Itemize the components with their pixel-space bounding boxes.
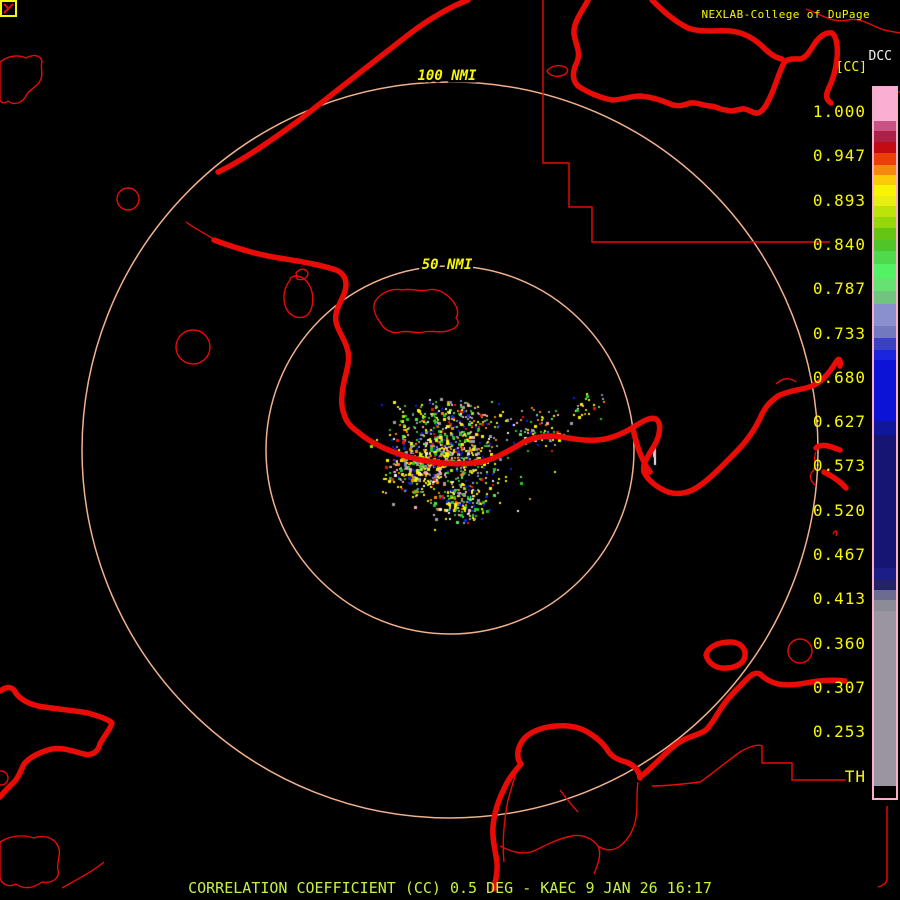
map-line-thin bbox=[283, 275, 314, 319]
map-line-thick bbox=[813, 442, 843, 453]
color-scale-segment bbox=[874, 88, 896, 121]
product-caption: CORRELATION COEFFICIENT (CC) 0.5 DEG - K… bbox=[188, 879, 712, 897]
map-line-thin bbox=[542, 0, 830, 243]
color-scale-tick: TH bbox=[844, 766, 866, 786]
color-scale-tick: 1.000 bbox=[812, 102, 866, 121]
color-scale-tick: 0.307 bbox=[812, 678, 866, 698]
color-scale-segment bbox=[874, 421, 896, 435]
map-line-thin bbox=[373, 288, 459, 334]
color-scale-segment bbox=[874, 196, 896, 206]
color-scale-segment bbox=[874, 175, 896, 185]
color-scale-tick: 0.253 bbox=[812, 722, 866, 742]
map-line-thin bbox=[499, 834, 601, 875]
map-line-thin bbox=[877, 806, 888, 888]
map-line-thick bbox=[490, 723, 643, 892]
color-scale-segment bbox=[874, 326, 896, 338]
map-line-thin bbox=[546, 64, 569, 77]
map-line-thin bbox=[185, 221, 213, 239]
map-line-thick bbox=[215, 0, 471, 175]
color-scale-segment bbox=[874, 278, 896, 291]
color-scale-segment bbox=[874, 291, 896, 304]
color-scale-segment bbox=[874, 153, 896, 165]
color-scale-segment bbox=[874, 251, 896, 264]
map-line-thin bbox=[559, 789, 579, 813]
color-scale-segment bbox=[874, 600, 896, 611]
color-scale-segment bbox=[874, 165, 896, 175]
radar-display: 50 NMI 100 NMI NEXLAB-College of DuPage D… bbox=[0, 0, 900, 900]
map-line-thin bbox=[832, 530, 838, 537]
range-ring-label: 100 NMI bbox=[417, 68, 477, 84]
color-scale-segment bbox=[874, 264, 896, 278]
color-scale-segment bbox=[874, 580, 896, 590]
product-field-label: [CC] bbox=[835, 60, 867, 75]
color-scale-segment bbox=[874, 590, 896, 600]
color-scale-segment bbox=[874, 304, 896, 326]
map-line-thick bbox=[211, 237, 843, 497]
color-scale-segment bbox=[874, 360, 896, 421]
color-scale-segment bbox=[874, 121, 896, 131]
color-scale-tick: 0.947 bbox=[812, 146, 866, 166]
color-scale-tick: 0.787 bbox=[812, 279, 866, 299]
color-scale-tick: 0.893 bbox=[812, 190, 866, 210]
color-scale-tick: 0.733 bbox=[812, 323, 866, 343]
color-scale-segment bbox=[874, 611, 896, 786]
map-line-thick bbox=[703, 639, 748, 671]
color-scale-segment bbox=[874, 142, 896, 153]
color-scale-segment bbox=[874, 338, 896, 350]
map-overlay-layer: 50 NMI 100 NMI bbox=[0, 0, 900, 892]
color-scale-segment bbox=[874, 206, 896, 217]
product-algorithm-label: DCC bbox=[868, 49, 892, 64]
color-scale bbox=[872, 86, 898, 800]
color-scale-segment bbox=[874, 435, 896, 568]
color-scale-tick: 0.360 bbox=[812, 633, 866, 653]
color-scale-tick: 0.680 bbox=[812, 367, 866, 387]
color-scale-tick: 0.627 bbox=[812, 412, 866, 432]
range-ring-labels: 50 NMI 100 NMI bbox=[415, 66, 480, 276]
color-scale-tick: 0.467 bbox=[812, 545, 866, 565]
map-boundaries-thin bbox=[0, 0, 900, 889]
color-scale-segment bbox=[874, 786, 896, 798]
color-scale-tick: 0.413 bbox=[812, 589, 866, 609]
color-scale-segment bbox=[874, 131, 896, 142]
map-circle-thin bbox=[175, 329, 211, 365]
map-line-thin bbox=[597, 781, 639, 851]
map-line-thin bbox=[775, 378, 797, 385]
color-scale-segment bbox=[874, 185, 896, 196]
color-scale-segment bbox=[874, 350, 896, 360]
map-coastlines-thick bbox=[0, 0, 849, 892]
map-line-thin bbox=[0, 54, 43, 105]
range-ring-label: 50 NMI bbox=[422, 257, 473, 273]
color-scale-tick: 0.840 bbox=[812, 234, 866, 254]
map-line-thick bbox=[0, 684, 115, 800]
map-circle-thin bbox=[0, 770, 9, 786]
app-title: NEXLAB-College of DuPage bbox=[701, 8, 870, 21]
nexlab-logo-icon bbox=[0, 0, 17, 17]
map-circle-thin bbox=[116, 187, 140, 211]
color-scale-segment bbox=[874, 568, 896, 580]
color-scale-segment bbox=[874, 240, 896, 251]
color-scale-tick: 0.573 bbox=[812, 456, 866, 476]
color-scale-tick: 0.520 bbox=[812, 500, 866, 520]
color-scale-segment bbox=[874, 228, 896, 240]
color-scale-segment bbox=[874, 217, 896, 228]
